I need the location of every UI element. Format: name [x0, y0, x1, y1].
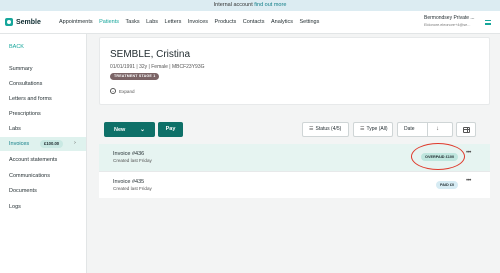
patient-header-card: SEMBLE, Cristina 01/01/1991 | 32y | Fema… [99, 37, 490, 105]
nav-products[interactable]: Products [215, 19, 237, 25]
semble-logo[interactable]: Semble [5, 18, 49, 26]
sidebar-item-logs[interactable]: Logs [9, 204, 21, 210]
sidebar-item-letters-and-forms[interactable]: Letters and forms [9, 96, 52, 102]
table-view-button[interactable] [456, 122, 476, 137]
divider [427, 123, 428, 136]
sidebar-item-summary[interactable]: Summary [9, 66, 33, 72]
patient-name: SEMBLE, Cristina [110, 49, 191, 60]
nav-contacts[interactable]: Contacts [243, 19, 265, 25]
sidebar-item-communications[interactable]: Communications [9, 173, 50, 179]
invoices-balance-badge: £100.00 [40, 140, 64, 148]
invoice-created: Created last Friday [113, 186, 152, 191]
date-sort[interactable]: Date ↓ [397, 122, 453, 137]
menu-icon[interactable] [485, 20, 491, 25]
chevron-right-icon: › [74, 140, 76, 146]
nav-patients[interactable]: Patients [99, 19, 119, 25]
brand-name: Semble [16, 18, 41, 26]
sidebar-item-documents[interactable]: Documents [9, 188, 37, 194]
more-options-icon[interactable]: ••• [466, 150, 471, 156]
nav-tasks[interactable]: Tasks [126, 19, 140, 25]
nav-analytics[interactable]: Analytics [271, 19, 293, 25]
banner-text: Internal account [213, 2, 253, 8]
treatment-stage-tag: TREATMENT STAGE 1 [110, 73, 160, 80]
pay-button[interactable]: Pay [158, 122, 183, 137]
sidebar-item-prescriptions[interactable]: Prescriptions [9, 111, 41, 117]
nav-settings[interactable]: Settings [299, 19, 319, 25]
sidebar-item-consultations[interactable]: Consultations [9, 81, 42, 87]
invoice-row[interactable]: Invoice #435 Created last Friday PAID £0… [99, 171, 490, 198]
internal-account-banner: Internal account find out more [0, 0, 500, 11]
expand-button[interactable]: Expand [119, 89, 135, 94]
nav-labs[interactable]: Labs [146, 19, 158, 25]
account-email: Eldonore.eleonore+4@se... [424, 23, 471, 27]
new-button-label: New [114, 126, 126, 133]
semble-logo-icon [5, 18, 13, 26]
filter-icon: ☰ [360, 126, 365, 132]
type-filter-label: Type (All) [366, 126, 388, 132]
top-navigation: Semble Appointments Patients Tasks Labs … [0, 11, 500, 34]
sidebar-item-account-statements[interactable]: Account statements [9, 157, 57, 163]
patient-sidebar: BACK Summary Consultations Letters and f… [0, 34, 87, 273]
account-switcher[interactable]: Bermondsey Private ... Eldonore.eleonore… [424, 15, 482, 27]
back-link[interactable]: BACK [9, 44, 24, 50]
type-filter[interactable]: ☰ Type (All) [353, 122, 393, 137]
expand-icon[interactable]: ⌄ [110, 88, 116, 94]
status-badge: PAID £0 [436, 181, 459, 189]
main-nav: Appointments Patients Tasks Labs Letters… [59, 19, 326, 25]
sidebar-item-labs[interactable]: Labs [9, 126, 21, 132]
status-filter-label: Status (4/5) [315, 126, 342, 132]
nav-appointments[interactable]: Appointments [59, 19, 93, 25]
invoice-title: Invoice #435 [113, 179, 145, 185]
invoice-title: Invoice #436 [113, 151, 145, 157]
date-sort-label: Date [404, 126, 415, 132]
annotation-circle [411, 143, 465, 170]
sort-arrow-icon[interactable]: ↓ [436, 123, 439, 136]
filter-icon: ☰ [309, 126, 314, 132]
find-out-more-link[interactable]: find out more [254, 2, 286, 8]
chevron-down-icon: ⌄ [140, 127, 146, 133]
patient-details: 01/01/1991 | 32y | Female | MBCF23Y93G [110, 64, 205, 70]
more-options-icon[interactable]: ••• [466, 178, 471, 184]
table-view-icon [463, 126, 470, 133]
account-name: Bermondsey Private ... [424, 15, 475, 21]
status-filter[interactable]: ☰ Status (4/5) [302, 122, 349, 137]
sidebar-item-label: Invoices [9, 141, 30, 147]
nav-invoices[interactable]: Invoices [188, 19, 208, 25]
invoice-created: Created last Friday [113, 158, 152, 163]
sidebar-item-invoices[interactable]: Invoices £100.00 › [0, 137, 86, 151]
nav-letters[interactable]: Letters [165, 19, 182, 25]
new-button[interactable]: New ⌄ [104, 122, 155, 137]
